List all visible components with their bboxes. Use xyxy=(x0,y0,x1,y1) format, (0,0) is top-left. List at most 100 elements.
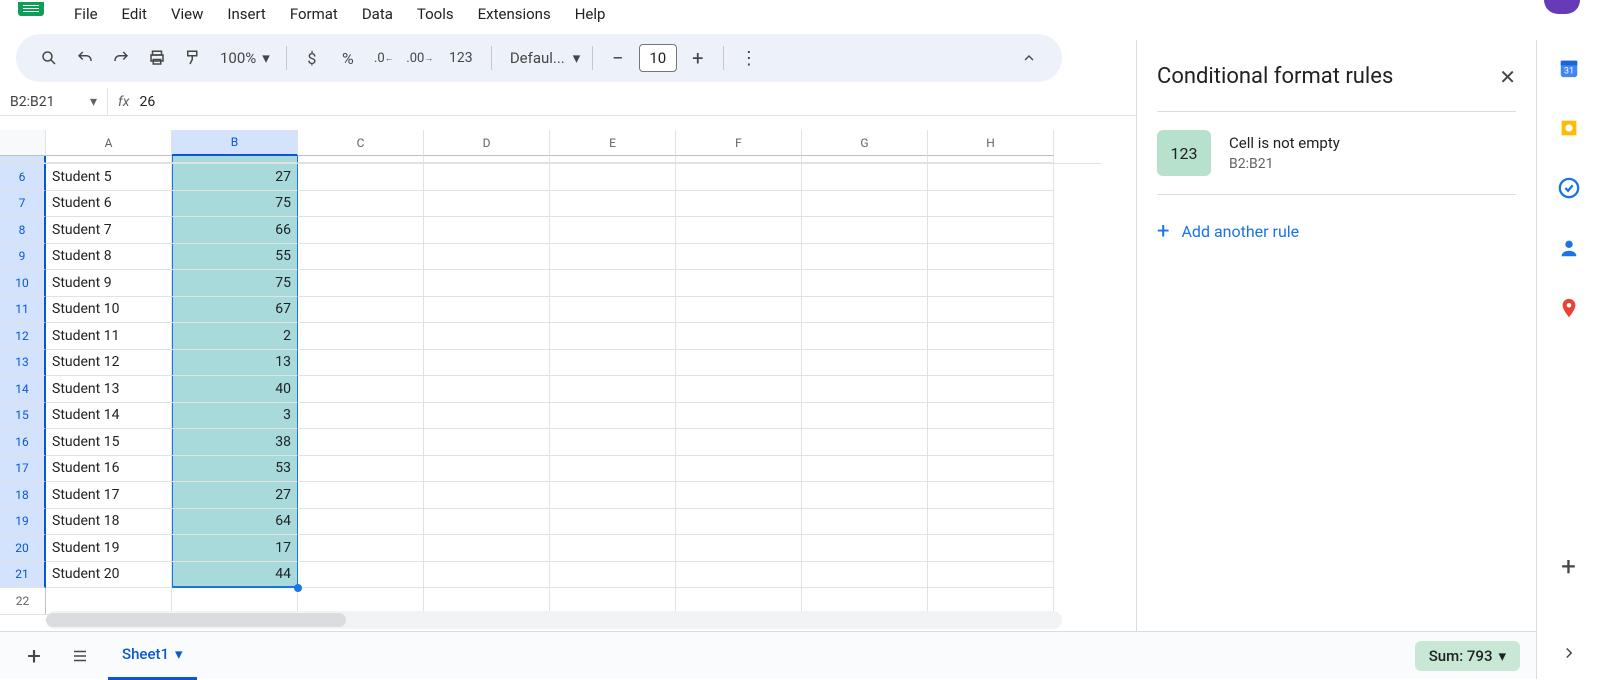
cell[interactable]: 2 xyxy=(172,323,298,350)
quicksum-display[interactable]: Sum: 793 ▾ xyxy=(1415,641,1520,671)
row-header[interactable]: 6 xyxy=(0,164,46,191)
cell[interactable]: Student 12 xyxy=(46,350,172,377)
row-header[interactable]: 17 xyxy=(0,456,46,483)
col-header-e[interactable]: E xyxy=(550,130,676,156)
menu-format[interactable]: Format xyxy=(280,1,348,27)
cell[interactable] xyxy=(928,509,1054,536)
cell[interactable] xyxy=(424,429,550,456)
cell[interactable]: Student 11 xyxy=(46,323,172,350)
cell[interactable] xyxy=(424,297,550,324)
cell[interactable]: 44 xyxy=(172,562,298,589)
cell[interactable] xyxy=(298,156,424,163)
cell[interactable] xyxy=(298,164,424,191)
cell[interactable]: Student 7 xyxy=(46,217,172,244)
scrollbar-thumb[interactable] xyxy=(46,613,346,627)
row-header[interactable]: 21 xyxy=(0,562,46,589)
row-header[interactable]: 10 xyxy=(0,270,46,297)
cell[interactable] xyxy=(298,217,424,244)
cell[interactable] xyxy=(802,156,928,163)
row-header[interactable]: 22 xyxy=(0,588,46,615)
cell[interactable] xyxy=(676,403,802,430)
keep-icon[interactable] xyxy=(1557,116,1581,140)
cell[interactable]: 55 xyxy=(172,244,298,271)
cell[interactable] xyxy=(172,156,298,163)
cell[interactable] xyxy=(298,509,424,536)
cell[interactable] xyxy=(424,270,550,297)
cell[interactable] xyxy=(802,562,928,589)
cell[interactable] xyxy=(802,535,928,562)
cell[interactable] xyxy=(928,244,1054,271)
cell[interactable] xyxy=(424,403,550,430)
cell[interactable] xyxy=(298,191,424,218)
cell[interactable] xyxy=(298,350,424,377)
add-sheet-button[interactable]: + xyxy=(16,638,52,674)
row-header[interactable]: 19 xyxy=(0,509,46,536)
increase-decimal-icon[interactable]: .00→ xyxy=(405,43,435,73)
cell[interactable]: 13 xyxy=(172,350,298,377)
cell[interactable] xyxy=(676,562,802,589)
cell[interactable] xyxy=(676,270,802,297)
row-header[interactable]: 11 xyxy=(0,297,46,324)
row-header[interactable]: 14 xyxy=(0,376,46,403)
cell[interactable]: Student 19 xyxy=(46,535,172,562)
cell[interactable] xyxy=(676,509,802,536)
cell[interactable] xyxy=(676,217,802,244)
select-all-corner[interactable] xyxy=(0,130,46,156)
formula-input[interactable]: 26 xyxy=(139,94,155,110)
cell[interactable]: Student 8 xyxy=(46,244,172,271)
cell[interactable] xyxy=(676,297,802,324)
add-addon-icon[interactable]: + xyxy=(1557,555,1581,579)
cell[interactable] xyxy=(928,297,1054,324)
cell[interactable] xyxy=(298,562,424,589)
cell[interactable] xyxy=(550,376,676,403)
row-header[interactable]: 12 xyxy=(0,323,46,350)
cell[interactable] xyxy=(424,456,550,483)
cell[interactable] xyxy=(298,297,424,324)
name-box[interactable]: B2:B21 ▾ xyxy=(0,88,108,115)
cell[interactable] xyxy=(802,350,928,377)
cell[interactable] xyxy=(550,270,676,297)
format-rule-item[interactable]: 123 Cell is not empty B2:B21 xyxy=(1157,112,1516,195)
cell[interactable] xyxy=(550,191,676,218)
cell[interactable]: 3 xyxy=(172,403,298,430)
cell[interactable]: Student 13 xyxy=(46,376,172,403)
cell[interactable] xyxy=(676,482,802,509)
cell[interactable] xyxy=(550,297,676,324)
cell[interactable]: 66 xyxy=(172,217,298,244)
cell[interactable] xyxy=(676,244,802,271)
cell[interactable] xyxy=(802,429,928,456)
cell[interactable] xyxy=(676,376,802,403)
menu-insert[interactable]: Insert xyxy=(217,1,275,27)
contacts-icon[interactable] xyxy=(1557,236,1581,260)
cell[interactable] xyxy=(802,297,928,324)
cell[interactable]: Student 5 xyxy=(46,164,172,191)
cell[interactable]: Student 14 xyxy=(46,403,172,430)
row-header[interactable]: 20 xyxy=(0,535,46,562)
cell[interactable] xyxy=(676,535,802,562)
row-header[interactable]: 18 xyxy=(0,482,46,509)
cell[interactable] xyxy=(424,376,550,403)
cell[interactable] xyxy=(676,456,802,483)
cell[interactable]: 27 xyxy=(172,164,298,191)
col-header-d[interactable]: D xyxy=(424,130,550,156)
menu-edit[interactable]: Edit xyxy=(112,1,157,27)
cell[interactable] xyxy=(424,323,550,350)
increase-font-size-button[interactable]: + xyxy=(683,43,713,73)
cell[interactable] xyxy=(802,270,928,297)
cell[interactable] xyxy=(676,156,802,163)
cell[interactable] xyxy=(928,350,1054,377)
cell[interactable]: 75 xyxy=(172,191,298,218)
menu-data[interactable]: Data xyxy=(352,1,403,27)
tasks-icon[interactable] xyxy=(1557,176,1581,200)
cell[interactable] xyxy=(928,562,1054,589)
cell[interactable] xyxy=(928,403,1054,430)
row-header[interactable]: 7 xyxy=(0,191,46,218)
cell[interactable] xyxy=(46,156,172,163)
currency-button[interactable]: $ xyxy=(297,43,327,73)
row-header[interactable]: 8 xyxy=(0,217,46,244)
col-header-a[interactable]: A xyxy=(46,130,172,156)
cell[interactable] xyxy=(298,482,424,509)
cell[interactable]: 75 xyxy=(172,270,298,297)
search-icon[interactable] xyxy=(34,43,64,73)
cell[interactable] xyxy=(928,376,1054,403)
